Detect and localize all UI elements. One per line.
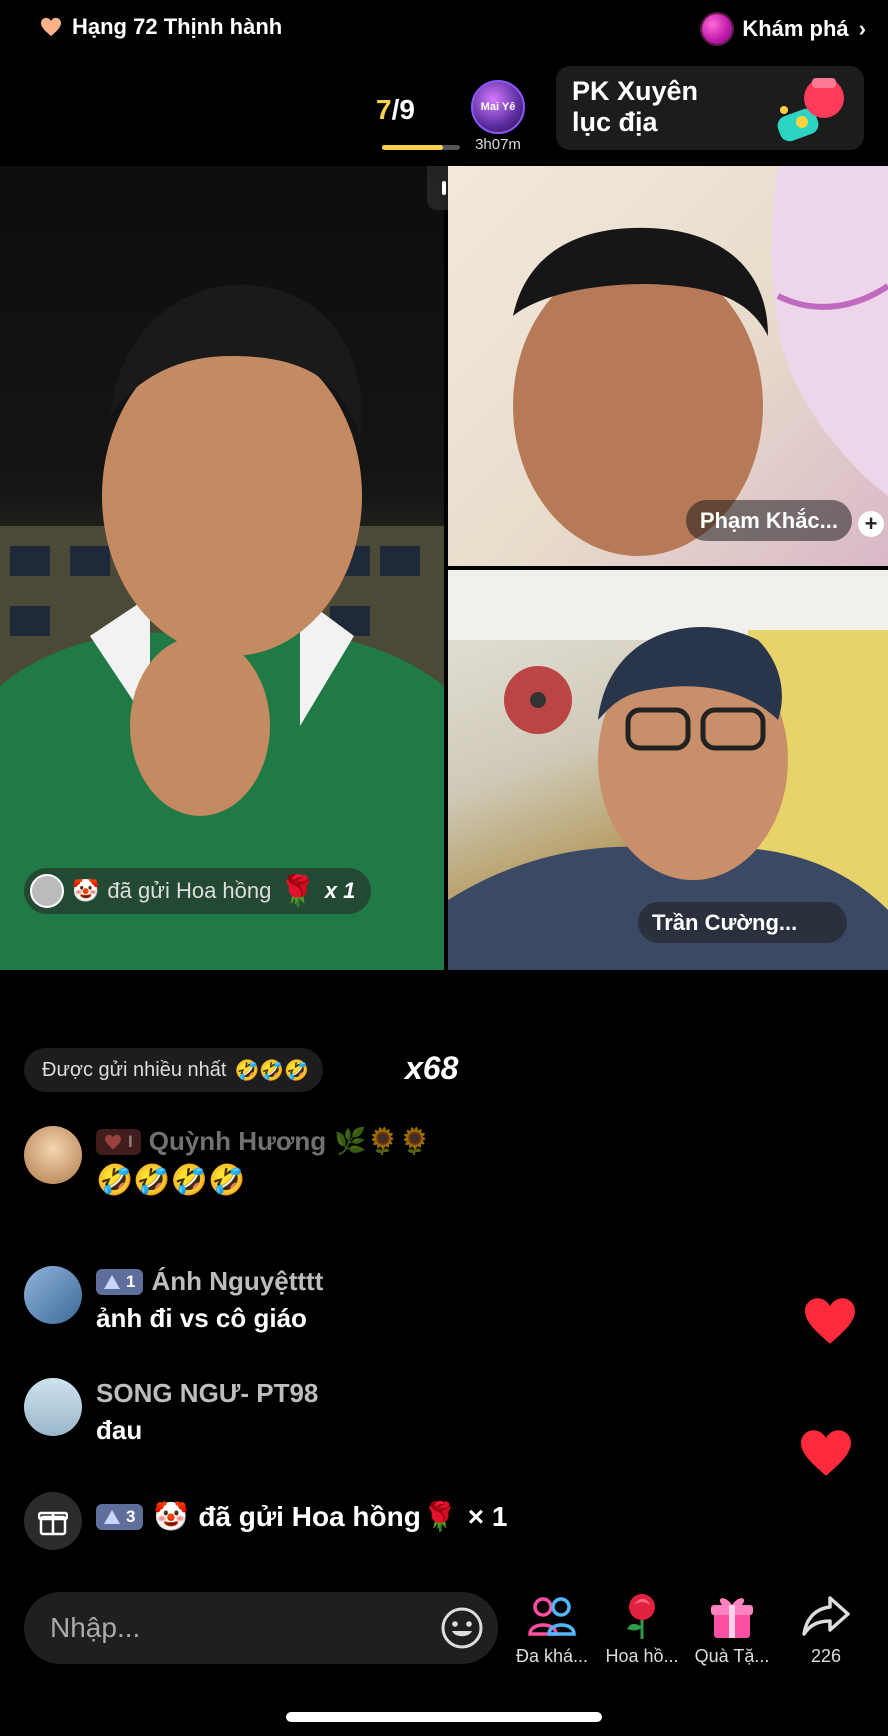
guest2-name: Trần Cường... — [638, 902, 848, 943]
input-placeholder: Nhập... — [50, 1612, 141, 1643]
fan-level-badge: I — [96, 1128, 141, 1155]
round-total: /9 — [391, 94, 415, 125]
user-avatar — [24, 1266, 82, 1324]
gift-label: Quà Tặ... — [694, 1646, 770, 1666]
host-video-feed[interactable] — [0, 166, 444, 970]
level-badge: 3 — [96, 1503, 144, 1530]
rank-text: Hạng 72 Thịnh hành — [72, 14, 283, 39]
comment-item[interactable]: I Quỳnh Hương 🌿🌻🌻 🤣🤣🤣🤣 — [24, 1126, 431, 1198]
pk-event-card[interactable]: PK Xuyên lục địa — [556, 66, 864, 150]
guest2-name-tag[interactable]: Trần Cường... — [638, 902, 848, 943]
comment-username: Ánh Nguyệtttt — [151, 1266, 324, 1296]
gift-notice-count: x 1 — [324, 878, 356, 903]
guest1-name-tag[interactable]: Phạm Khắc... + — [685, 500, 884, 541]
level-value: 3 — [126, 1506, 136, 1526]
gift-event-icon-wrap — [24, 1492, 82, 1550]
level-triangle-icon — [104, 1274, 120, 1289]
level-triangle-icon — [104, 1509, 120, 1524]
sender-avatar — [30, 874, 64, 908]
gift-sent-line: 3 🤡 đã gửi Hoa hồng 🌹 × 1 — [96, 1500, 507, 1533]
share-icon — [802, 1596, 850, 1636]
explore-label: Khám phá — [742, 16, 849, 41]
guest1-video-feed[interactable]: Phạm Khắc... + — [448, 166, 888, 566]
pk-title-line1: PK Xuyên — [572, 76, 699, 106]
round-counter: 7/9 — [376, 94, 415, 126]
rose-gift-button[interactable]: Hoa hồ... — [598, 1590, 686, 1667]
floating-heart-icon — [801, 1430, 851, 1476]
heart-icon — [41, 17, 61, 37]
user-avatar — [24, 1126, 82, 1184]
pk-title: PK Xuyên lục địa — [572, 76, 698, 138]
level-value: 1 — [126, 1271, 136, 1291]
comment-text: ảnh đi vs cô giáo — [96, 1303, 307, 1333]
gift-notice-text: đã gửi Hoa hồng — [107, 878, 272, 903]
user-avatar — [24, 1378, 82, 1436]
rose-emoji: 🌹 — [279, 873, 317, 909]
planet-icon — [702, 14, 733, 44]
comment-text: 🤣🤣🤣🤣 — [96, 1163, 246, 1198]
multi-guest-icon — [528, 1597, 576, 1636]
home-indicator — [286, 1712, 602, 1722]
gift-button[interactable]: Quà Tặ... — [688, 1590, 776, 1667]
host-timer: 3h07m — [475, 136, 521, 153]
round-current: 7 — [376, 94, 392, 125]
guest1-name: Phạm Khắc... — [685, 500, 852, 541]
chevron-right-icon: › — [858, 16, 866, 41]
rose-emoji: 🌹 — [422, 1500, 458, 1533]
ranking-label[interactable]: Hạng 72 Thịnh hành — [40, 14, 282, 40]
gift-sent-text: đã gửi Hoa hồng — [198, 1500, 421, 1532]
rose-gift-label: Hoa hồ... — [605, 1646, 679, 1666]
floating-heart-icon — [805, 1298, 855, 1344]
share-button[interactable]: 226 — [782, 1590, 870, 1667]
comment-item[interactable]: 1 Ánh Nguyệtttt ảnh đi vs cô giáo — [24, 1266, 323, 1334]
share-count: 226 — [810, 1646, 842, 1666]
audio-bar — [442, 181, 446, 195]
host-avatar: Mai Yê — [471, 80, 525, 134]
comment-username: Quỳnh Hương — [148, 1126, 327, 1156]
pk-title-line2: lục địa — [572, 107, 658, 137]
follow-plus-icon[interactable]: + — [858, 510, 884, 537]
username-emojis: 🌿🌻🌻 — [334, 1126, 432, 1157]
boxing-glove-icon — [777, 78, 844, 142]
comment-username: SONG NGƯ- PT98 — [96, 1378, 319, 1408]
most-sent-pill: Được gửi nhiều nhất 🤣🤣🤣 — [24, 1048, 324, 1092]
guest2-video-feed[interactable]: Trần Cường... — [448, 570, 888, 970]
multi-guest-button[interactable]: Đa khá... — [508, 1590, 596, 1667]
host-gift-notice: 🤡 đã gửi Hoa hồng 🌹 x 1 — [24, 868, 372, 914]
gift-box-icon — [38, 1511, 68, 1536]
round-progress-fill — [382, 145, 443, 150]
sender-face-emoji: 🤡 — [72, 878, 100, 904]
emoji-smile-icon[interactable] — [440, 1606, 484, 1650]
host-badge[interactable]: Mai Yê 3h07m — [470, 80, 526, 153]
comment-input[interactable]: Nhập... — [24, 1592, 498, 1664]
most-sent-emojis: 🤣🤣🤣 — [234, 1058, 310, 1082]
host-avatar-text: Mai Yê — [480, 101, 516, 113]
fan-level-value: I — [128, 1131, 133, 1151]
rose-icon — [627, 1594, 655, 1639]
sender-face-emoji: 🤡 — [153, 1500, 189, 1533]
level-badge: 1 — [96, 1268, 144, 1295]
explore-button[interactable]: Khám phá › — [702, 14, 866, 44]
comment-item[interactable]: SONG NGƯ- PT98 đau — [24, 1378, 318, 1446]
heart-icon — [105, 1134, 121, 1149]
gift-sent-count: × 1 — [467, 1500, 508, 1532]
multi-guest-label: Đa khá... — [515, 1646, 589, 1666]
most-sent-count: x68 — [405, 1050, 459, 1086]
most-sent-label: Được gửi nhiều nhất — [42, 1058, 227, 1081]
host-person-illustration — [0, 284, 444, 970]
comment-text: đau — [96, 1415, 143, 1445]
gift-icon — [711, 1598, 753, 1638]
